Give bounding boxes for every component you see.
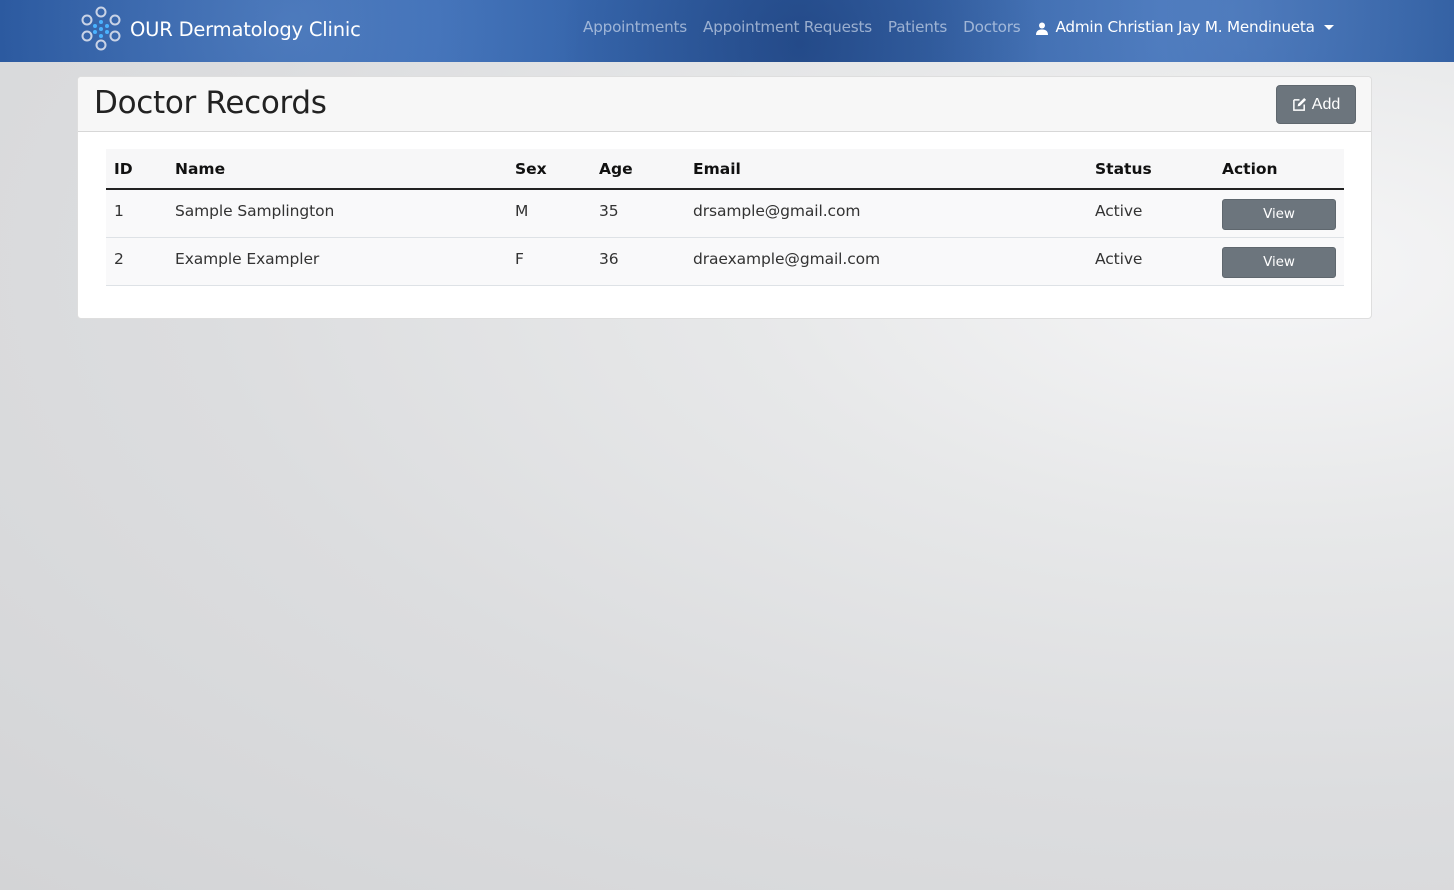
caret-down-icon xyxy=(1323,24,1334,30)
brand[interactable]: OUR Dermatology Clinic xyxy=(79,5,361,53)
page-title: Doctor Records xyxy=(94,85,327,121)
table-header-row: ID Name Sex Age Email Status Action xyxy=(106,149,1344,190)
nav-link-doctors[interactable]: Doctors xyxy=(963,18,1021,36)
cell-status: Active xyxy=(1087,189,1214,238)
cell-action: View xyxy=(1214,237,1344,286)
nav-link-appointments[interactable]: Appointments xyxy=(583,18,687,36)
column-header-id[interactable]: ID xyxy=(106,149,167,190)
column-header-status[interactable]: Status xyxy=(1087,149,1214,190)
column-header-action: Action xyxy=(1214,149,1344,190)
view-button[interactable]: View xyxy=(1222,199,1336,230)
edit-icon xyxy=(1292,97,1306,111)
card-header: Doctor Records Add xyxy=(78,77,1371,132)
cell-age: 36 xyxy=(591,237,685,286)
user-name: Admin Christian Jay M. Mendinueta xyxy=(1055,18,1315,36)
clinic-logo-icon xyxy=(81,6,121,51)
view-button[interactable]: View xyxy=(1222,246,1336,278)
add-button-label: Add xyxy=(1311,95,1341,113)
cell-id: 1 xyxy=(106,189,167,238)
nav-links: Appointments Appointment Requests Patien… xyxy=(583,18,1334,36)
cell-sex: F xyxy=(507,237,591,286)
doctor-table-wrapper: ID Name Sex Age Email Status Action 1 Sa… xyxy=(106,149,1344,286)
table-row: 2 Example Exampler F 36 draexample@gmail… xyxy=(106,237,1344,286)
doctor-table: ID Name Sex Age Email Status Action 1 Sa… xyxy=(106,149,1344,286)
nav-link-patients[interactable]: Patients xyxy=(888,18,947,36)
column-header-sex[interactable]: Sex xyxy=(507,149,591,190)
nav-link-appointment-requests[interactable]: Appointment Requests xyxy=(703,18,872,36)
cell-id: 2 xyxy=(106,237,167,286)
brand-name: OUR Dermatology Clinic xyxy=(130,17,361,41)
doctor-records-card: Doctor Records Add ID Name Sex Age Email… xyxy=(77,76,1372,319)
cell-sex: M xyxy=(507,189,591,238)
cell-status: Active xyxy=(1087,237,1214,286)
cell-email: draexample@gmail.com xyxy=(685,237,1087,286)
cell-email: drsample@gmail.com xyxy=(685,189,1087,238)
cell-name: Sample Samplington xyxy=(167,189,507,238)
table-row: 1 Sample Samplington M 35 drsample@gmail… xyxy=(106,189,1344,238)
column-header-email[interactable]: Email xyxy=(685,149,1087,190)
cell-age: 35 xyxy=(591,189,685,238)
user-menu-dropdown[interactable]: Admin Christian Jay M. Mendinueta xyxy=(1036,18,1334,36)
column-header-age[interactable]: Age xyxy=(591,149,685,190)
cell-action: View xyxy=(1214,189,1344,238)
add-doctor-button[interactable]: Add xyxy=(1276,85,1356,124)
column-header-name[interactable]: Name xyxy=(167,149,507,190)
cell-name: Example Exampler xyxy=(167,237,507,286)
user-icon xyxy=(1036,22,1049,35)
top-navbar: OUR Dermatology Clinic Appointments Appo… xyxy=(0,0,1454,62)
